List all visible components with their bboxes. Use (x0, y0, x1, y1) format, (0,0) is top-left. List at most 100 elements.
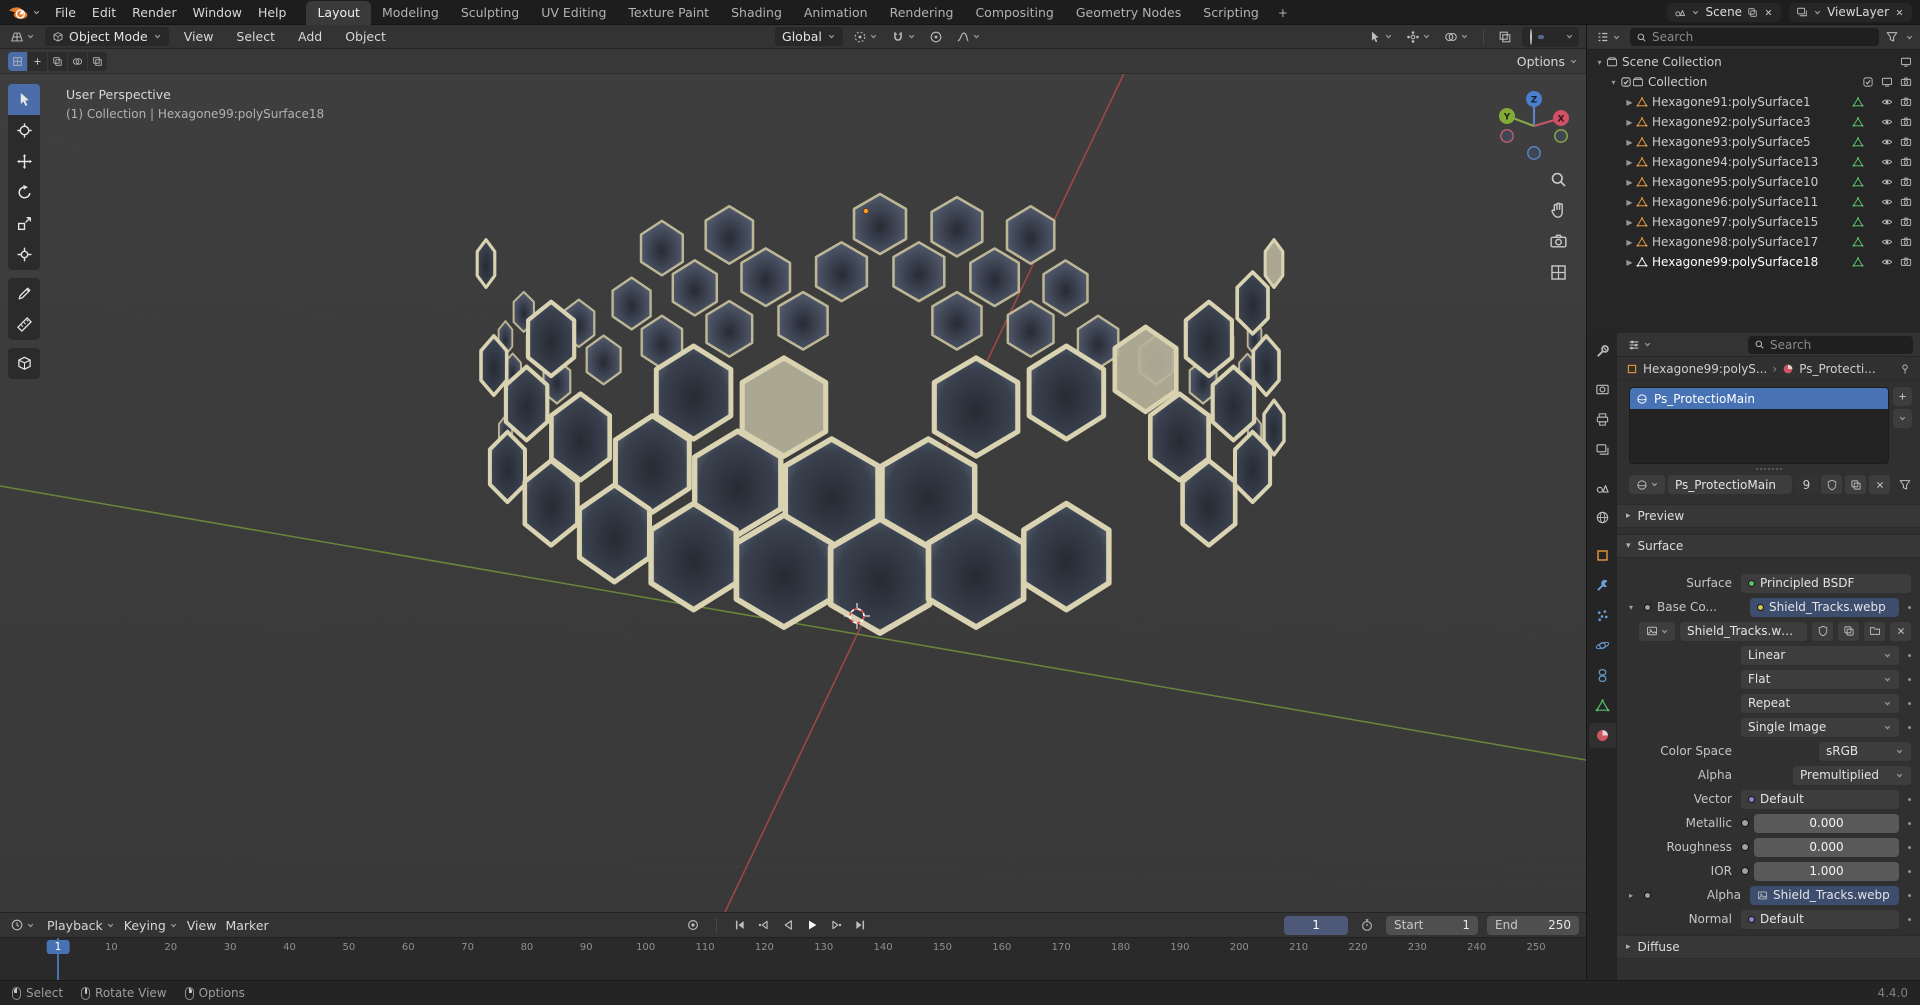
unlink-material-button[interactable] (1869, 475, 1890, 494)
tab-object[interactable] (1589, 543, 1616, 568)
timeline-editor-selector[interactable] (7, 916, 38, 935)
properties-editor-selector[interactable] (1624, 335, 1655, 354)
eye-icon[interactable] (1881, 256, 1893, 268)
eye-icon[interactable] (1881, 176, 1893, 188)
tab-particles[interactable] (1589, 603, 1616, 628)
extension-dropdown[interactable]: Repeat (1741, 694, 1899, 713)
slot-specials-button[interactable] (1893, 409, 1912, 428)
alpha-texture-field[interactable]: Shield_Tracks.webp (1750, 886, 1899, 905)
preview-panel-header[interactable]: ▸Preview (1617, 504, 1920, 528)
base-color-texture-field[interactable]: Shield_Tracks.webp (1750, 598, 1899, 617)
current-frame-field[interactable]: 1 (1284, 916, 1348, 935)
move-tool[interactable] (8, 146, 40, 177)
outliner-row-object[interactable]: ▶ Hexagone93:polySurface5 (1587, 132, 1920, 152)
camera-icon[interactable] (1900, 156, 1912, 168)
new-material-button[interactable] (1845, 475, 1866, 494)
surface-shader-select[interactable]: Principled BSDF (1741, 574, 1911, 593)
workspace-tab-texture-paint[interactable]: Texture Paint (617, 1, 720, 25)
gizmo-negative-y-axis[interactable] (1555, 130, 1567, 142)
options-dropdown[interactable]: Options (1517, 54, 1578, 69)
menu-keying[interactable]: Keying (124, 918, 178, 933)
animate-decorator-dot[interactable] (1908, 894, 1911, 897)
material-name-field[interactable]: Ps_ProtectioMain (1668, 475, 1792, 494)
outliner-row-object[interactable]: ▶ Hexagone94:polySurface13 (1587, 152, 1920, 172)
workspace-tab-uv-editing[interactable]: UV Editing (530, 1, 617, 25)
outliner-row-object[interactable]: ▶ Hexagone91:polySurface1 (1587, 92, 1920, 112)
animate-decorator-dot[interactable] (1908, 870, 1911, 873)
transform-orientation-selector[interactable]: Global (775, 27, 843, 46)
workspace-tab-compositing[interactable]: Compositing (964, 1, 1064, 25)
jump-to-start-button[interactable] (730, 915, 750, 935)
filter-icon[interactable] (1898, 478, 1912, 492)
eye-icon[interactable] (1881, 136, 1893, 148)
add-workspace-button[interactable]: + (1270, 2, 1296, 25)
browse-material-button[interactable] (1629, 475, 1665, 494)
cursor-tool[interactable] (8, 115, 40, 146)
material-slot-selected[interactable]: Ps_ProtectioMain (1630, 388, 1888, 409)
editor-type-selector[interactable] (7, 27, 38, 46)
animate-decorator-dot[interactable] (1908, 606, 1911, 609)
animate-decorator-dot[interactable] (1908, 822, 1911, 825)
play-button[interactable] (802, 915, 822, 935)
eye-icon[interactable] (1881, 156, 1893, 168)
expand-caret-icon[interactable]: ▶ (1623, 138, 1636, 147)
snap-toggle[interactable] (888, 27, 919, 46)
outliner-row-scene-collection[interactable]: ▾ Scene Collection (1587, 52, 1920, 72)
proportional-falloff-selector[interactable] (953, 27, 984, 46)
tab-modifiers[interactable] (1589, 573, 1616, 598)
proportional-editing-toggle[interactable] (926, 27, 946, 46)
select-extend-button[interactable] (28, 52, 47, 71)
tab-constraints[interactable] (1589, 663, 1616, 688)
select-box-tool[interactable] (8, 84, 40, 115)
shading-wireframe-button[interactable] (1527, 28, 1535, 46)
browse-image-button[interactable] (1639, 622, 1675, 641)
scene-selector[interactable]: Scene (1667, 3, 1781, 22)
breadcrumb-material[interactable]: Ps_Protecti... (1799, 362, 1875, 376)
jump-to-end-button[interactable] (850, 915, 870, 935)
workspace-tab-layout[interactable]: Layout (306, 1, 371, 25)
outliner-row-object[interactable]: ▶ Hexagone98:polySurface17 (1587, 232, 1920, 252)
menu-add[interactable]: Add (290, 26, 330, 47)
blender-menu-button[interactable] (8, 4, 41, 21)
overlays-popover[interactable] (1441, 27, 1472, 46)
playhead-frame-badge[interactable]: 1 (47, 940, 70, 954)
select-set-button[interactable] (8, 52, 27, 71)
orthographic-toggle-icon[interactable] (1549, 263, 1568, 282)
menu-playback[interactable]: Playback (47, 918, 115, 933)
workspace-tab-rendering[interactable]: Rendering (879, 1, 965, 25)
pivot-point-selector[interactable] (850, 27, 881, 46)
expand-caret-icon[interactable]: ▾ (1607, 78, 1620, 87)
menu-file[interactable]: File (47, 2, 84, 23)
shading-material-button[interactable] (1547, 35, 1553, 39)
properties-search[interactable] (1748, 336, 1913, 354)
tab-view-layer[interactable] (1589, 437, 1616, 462)
material-slot-list[interactable]: Ps_ProtectioMain (1629, 387, 1889, 464)
animate-decorator-dot[interactable] (1908, 918, 1911, 921)
image-copy-button[interactable] (1838, 622, 1859, 641)
next-keyframe-button[interactable] (826, 915, 846, 935)
camera-icon[interactable] (1900, 216, 1912, 228)
menu-render[interactable]: Render (124, 2, 185, 23)
animate-decorator-dot[interactable] (1908, 798, 1911, 801)
open-image-button[interactable] (1864, 622, 1885, 641)
tab-output[interactable] (1589, 407, 1616, 432)
select-invert-button[interactable] (68, 52, 87, 71)
expand-caret-icon[interactable]: ▶ (1623, 98, 1636, 107)
outliner-row-object[interactable]: ▶ Hexagone97:polySurface15 (1587, 212, 1920, 232)
select-subtract-button[interactable] (48, 52, 67, 71)
previous-keyframe-button[interactable] (754, 915, 774, 935)
menu-select[interactable]: Select (228, 26, 283, 47)
expand-caret-icon[interactable]: ▾ (1593, 58, 1606, 67)
alpha-mode-dropdown[interactable]: Premultiplied (1793, 766, 1911, 785)
tab-scene[interactable] (1589, 475, 1616, 500)
ior-slider[interactable]: 1.000 (1754, 862, 1899, 881)
interpolation-dropdown[interactable]: Linear (1741, 646, 1899, 665)
animate-decorator-dot[interactable] (1908, 726, 1911, 729)
menu-window[interactable]: Window (185, 2, 250, 23)
play-reverse-button[interactable] (778, 915, 798, 935)
camera-icon[interactable] (1900, 196, 1912, 208)
shading-rendered-button[interactable] (1556, 35, 1562, 39)
animate-decorator-dot[interactable] (1908, 846, 1911, 849)
menu-edit[interactable]: Edit (84, 2, 124, 23)
tab-object-data[interactable] (1589, 693, 1616, 718)
